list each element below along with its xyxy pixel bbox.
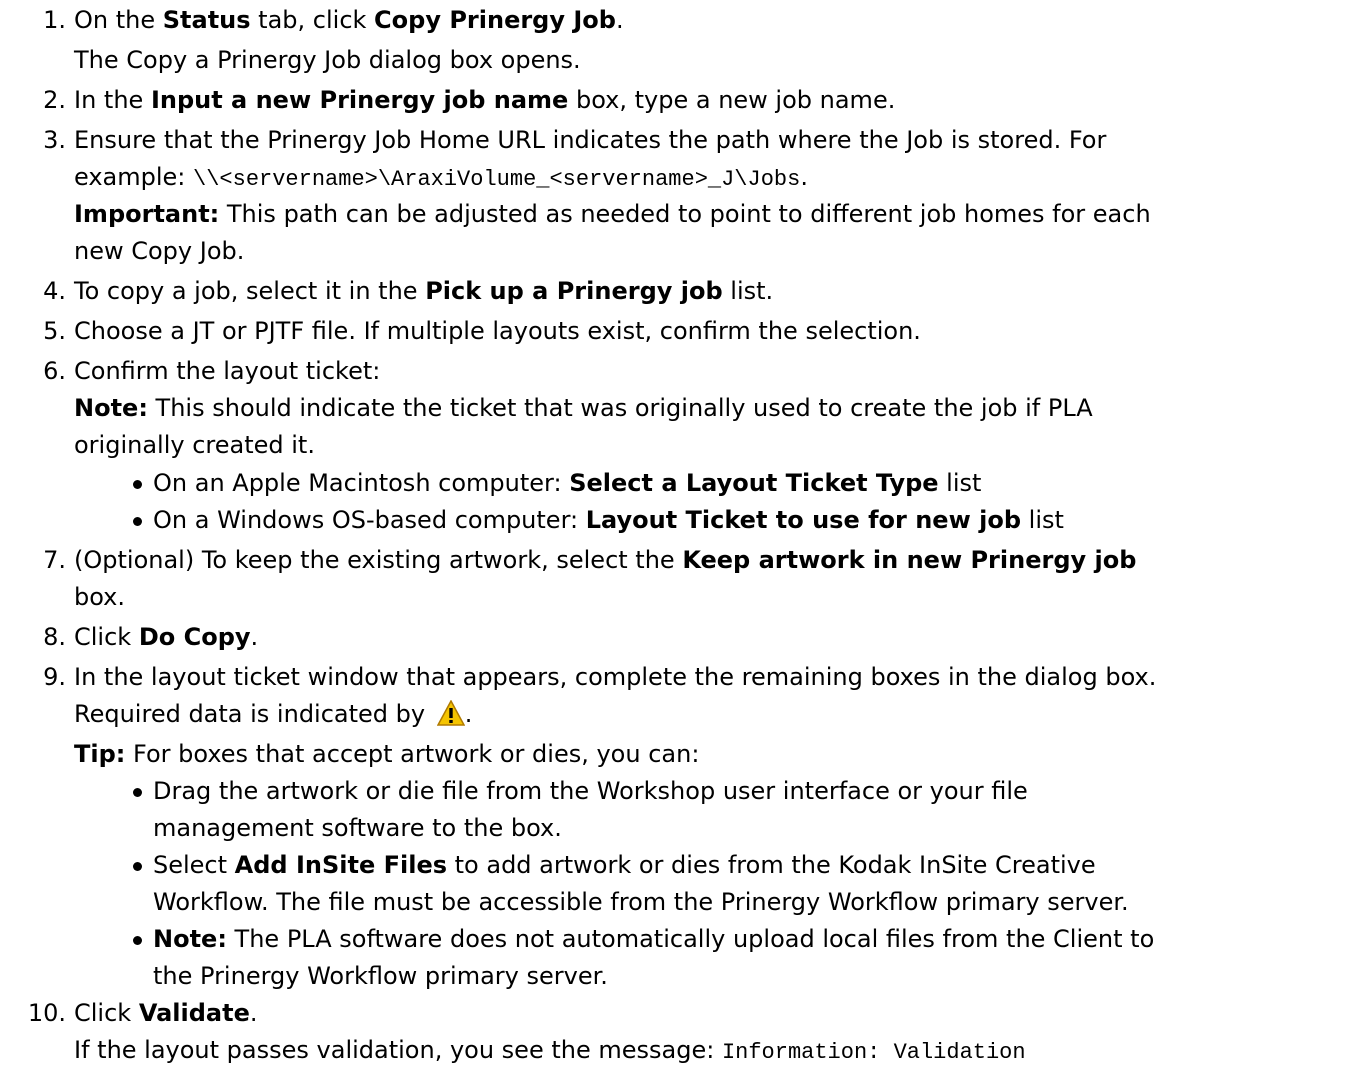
step-9-tip: Tip: For boxes that accept artwork or di… [74,740,700,768]
bullet-dot [133,480,142,489]
step-9-required: Required data is indicated by . [74,700,473,728]
bullet-insite: Select Add InSite Files to add artwork o… [153,851,1096,879]
step-number: 6. [43,357,66,385]
step-5-text: Choose a JT or PJTF file. If multiple la… [74,317,921,345]
step-3-important: Important: This path can be adjusted as … [74,200,1151,228]
step-number: 10. [27,999,66,1027]
step-number: 7. [43,546,66,574]
step-10-message: If the layout passes validation, you see… [74,1036,1026,1065]
bullet-dot [133,788,142,797]
bullet-drag-cont: management software to the box. [153,814,562,842]
bullet-dot [133,936,142,945]
step-7-cont: box. [74,583,126,611]
step-3-text: Ensure that the Prinergy Job Home URL in… [74,126,1107,154]
step-number: 4. [43,277,66,305]
bullet-dot [133,862,142,871]
step-6-text: Confirm the layout ticket: [74,357,381,385]
step-number: 9. [43,663,66,691]
bullet-insite-cont: Workflow. The file must be accessible fr… [153,888,1129,916]
bullet-mac: On an Apple Macintosh computer: Select a… [153,469,982,497]
bullet-windows: On a Windows OS-based computer: Layout T… [153,506,1064,534]
step-1-text: On the Status tab, click Copy Prinergy J… [74,6,624,34]
step-3-important-cont: new Copy Job. [74,237,245,265]
step-6-note: Note: This should indicate the ticket th… [74,394,1093,422]
step-9-text: In the layout ticket window that appears… [74,663,1157,691]
step-number: 8. [43,623,66,651]
step-10-text: Click Validate. [74,999,258,1027]
step-7-text: (Optional) To keep the existing artwork,… [74,546,1137,574]
step-3-example: example: \\<servername>\AraxiVolume_<ser… [74,163,808,192]
step-4-text: To copy a job, select it in the Pick up … [74,277,774,305]
bullet-note: Note: The PLA software does not automati… [153,925,1155,953]
bullet-note-cont: the Prinergy Workflow primary server. [153,962,608,990]
step-2-text: In the Input a new Prinergy job name box… [74,86,896,114]
warning-icon [436,700,465,726]
step-number: 2. [43,86,66,114]
message-code: Information: Validation [721,1040,1026,1065]
step-number: 5. [43,317,66,345]
step-6-note-cont: originally created it. [74,431,315,459]
step-number: 1. [43,6,66,34]
step-8-text: Click Do Copy. [74,623,259,651]
path-code: \\<servername>\AraxiVolume_<servername>_… [193,167,801,192]
step-1-result: The Copy a Prinergy Job dialog box opens… [74,46,581,74]
step-number: 3. [43,126,66,154]
bullet-dot [133,517,142,526]
bullet-drag: Drag the artwork or die file from the Wo… [153,777,1028,805]
